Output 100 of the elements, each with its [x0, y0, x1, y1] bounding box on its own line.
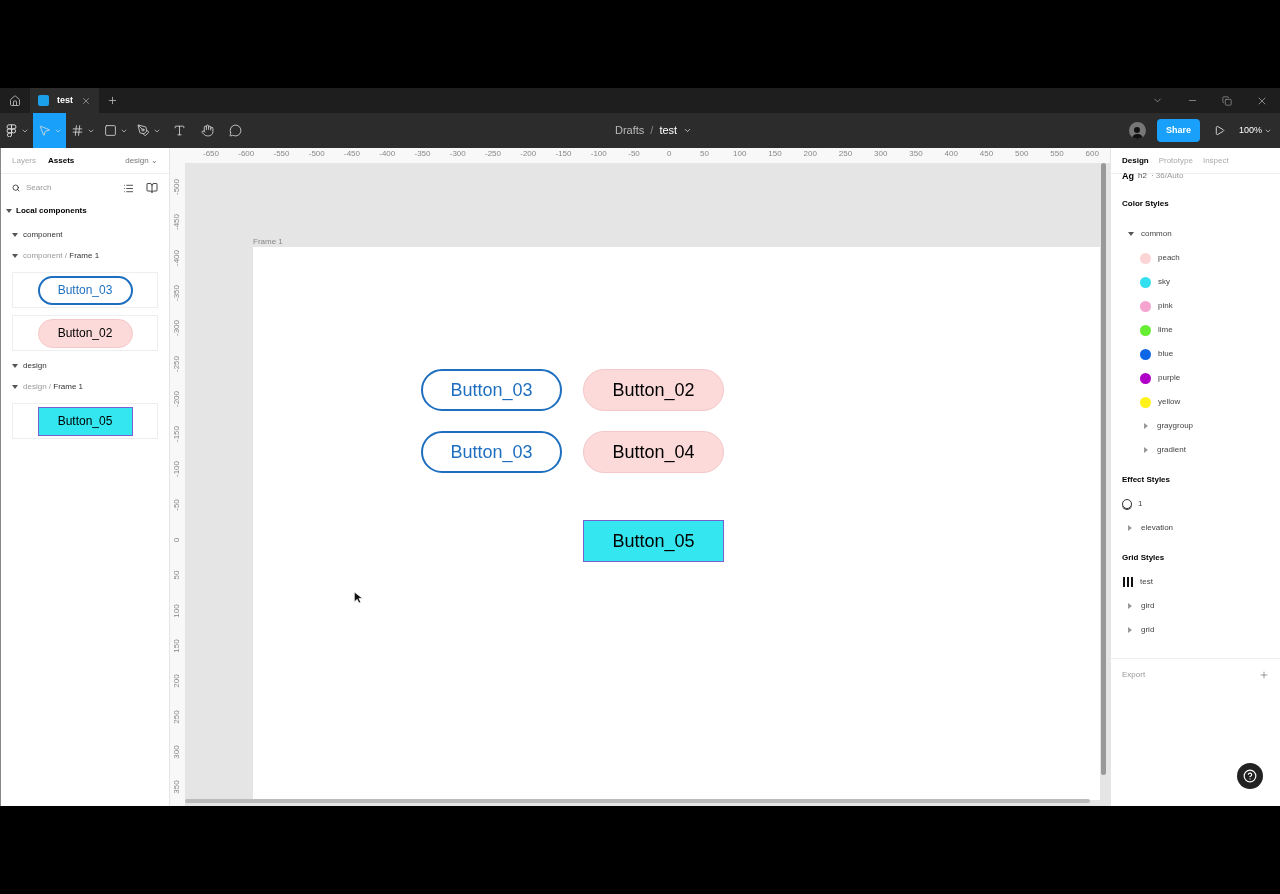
file-name[interactable]: test — [659, 122, 678, 139]
frame-path[interactable]: component / Frame 1 — [23, 250, 100, 262]
group-name[interactable]: design — [23, 359, 47, 372]
color-swatch[interactable] — [1140, 276, 1151, 288]
ruler-label: 300 — [173, 744, 181, 761]
play-icon[interactable] — [1213, 125, 1225, 136]
color-style-name[interactable]: blue — [1158, 348, 1174, 360]
ruler-label: -300 — [449, 150, 466, 158]
library-dropdown[interactable]: design ⌄ — [125, 154, 158, 167]
ruler-label: 150 — [768, 150, 782, 158]
cursor-icon — [353, 591, 363, 604]
caret-down-icon[interactable] — [12, 384, 18, 390]
panel-tab[interactable]: Design — [1122, 154, 1149, 167]
caret-down-icon[interactable] — [6, 208, 12, 214]
style-group[interactable]: graygroup — [1157, 420, 1194, 432]
ruler-label: -50 — [173, 497, 181, 513]
button-instance: Button_02 — [583, 369, 724, 411]
ruler-label: 600 — [1085, 150, 1099, 158]
horizontal-scrollbar[interactable] — [185, 799, 1090, 803]
style-group[interactable]: elevation — [1141, 522, 1174, 534]
caret-right-icon[interactable] — [1127, 627, 1133, 633]
section-title: Effect Styles — [1122, 475, 1171, 484]
color-swatch[interactable] — [1140, 252, 1151, 264]
folder-link[interactable]: Drafts — [615, 122, 645, 139]
help-button[interactable] — [1237, 763, 1263, 789]
color-swatch[interactable] — [1140, 300, 1151, 312]
avatar-icon[interactable] — [1128, 122, 1146, 139]
component-preview: Button_03 — [37, 275, 133, 305]
pen-icon — [136, 124, 150, 137]
new-tab-icon[interactable] — [107, 95, 118, 106]
restore-icon[interactable] — [1222, 95, 1232, 106]
ruler-label: -350 — [173, 283, 181, 303]
button-instance: Button_03 — [421, 431, 562, 473]
frame-icon — [70, 124, 84, 137]
frame-path[interactable]: design / Frame 1 — [23, 381, 84, 393]
color-style-name[interactable]: sky — [1158, 276, 1170, 288]
color-swatch[interactable] — [1140, 324, 1151, 336]
panel-tab[interactable]: Assets — [48, 154, 75, 167]
style-name[interactable]: 1 — [1138, 498, 1143, 510]
ruler-label: -250 — [485, 150, 501, 158]
color-style-name[interactable]: lime — [1158, 324, 1173, 336]
caret-icon[interactable] — [683, 126, 693, 135]
ruler-label: 200 — [173, 673, 181, 690]
vertical-scrollbar[interactable] — [1101, 163, 1106, 775]
ruler-label: -150 — [555, 150, 572, 158]
color-style-name[interactable]: purple — [1158, 372, 1181, 384]
ruler-label: -600 — [238, 150, 255, 158]
close-icon[interactable] — [81, 95, 91, 106]
color-style-name[interactable]: peach — [1158, 252, 1180, 264]
color-swatch[interactable] — [1140, 396, 1151, 408]
ruler-label: 400 — [944, 150, 958, 158]
color-style-name[interactable]: pink — [1158, 300, 1173, 312]
text-style-detail: · 36/Auto — [1150, 172, 1184, 180]
style-group[interactable]: grid — [1141, 624, 1155, 636]
ruler-label: -450 — [344, 150, 360, 158]
caret-right-icon[interactable] — [1127, 603, 1133, 609]
style-group[interactable]: gird — [1141, 600, 1155, 612]
comment-icon — [228, 124, 242, 137]
frame-label: Frame 1 — [253, 236, 283, 248]
ruler-label: 350 — [909, 150, 923, 158]
ruler-label: 250 — [173, 708, 181, 726]
square-icon — [103, 124, 117, 137]
ruler-label: -450 — [173, 213, 181, 233]
caret-down-icon[interactable] — [1128, 231, 1134, 237]
color-swatch[interactable] — [1140, 348, 1151, 360]
component-card[interactable]: Button_02 — [12, 315, 158, 351]
zoom-level[interactable]: 100% — [1238, 123, 1262, 138]
caret-right-icon[interactable] — [1143, 447, 1149, 453]
caret-down-icon[interactable] — [12, 362, 18, 369]
ruler-label: -200 — [173, 389, 181, 409]
component-card[interactable]: Button_05 — [12, 403, 158, 439]
export-label: Export — [1122, 668, 1146, 681]
caret-right-icon[interactable] — [1143, 423, 1149, 429]
caret-down-icon[interactable] — [12, 253, 18, 259]
component-preview: Button_02 — [37, 318, 133, 348]
ruler-label: -350 — [414, 150, 431, 158]
button-instance: Button_03 — [421, 369, 562, 411]
search-field[interactable]: Search — [26, 182, 117, 194]
color-swatch[interactable] — [1140, 372, 1151, 384]
ruler-label: -300 — [173, 319, 181, 339]
ruler-label: 100 — [733, 150, 747, 158]
file-tab[interactable]: test — [30, 88, 99, 113]
ruler-label: 100 — [173, 602, 181, 620]
caret-right-icon[interactable] — [1127, 525, 1133, 531]
component-card[interactable]: Button_03 — [12, 272, 158, 308]
style-group[interactable]: gradient — [1157, 444, 1186, 456]
ruler-label: -200 — [520, 150, 537, 158]
style-name[interactable]: test — [1140, 576, 1153, 588]
style-group[interactable]: common — [1141, 228, 1172, 240]
caret-down-icon[interactable] — [12, 231, 18, 238]
ruler-label: 150 — [173, 638, 181, 655]
book-icon[interactable] — [146, 182, 158, 194]
text-style-sample: Ag — [1122, 171, 1134, 181]
ruler-label: 200 — [803, 150, 817, 158]
color-style-name[interactable]: yellow — [1158, 396, 1181, 408]
home-icon[interactable] — [9, 94, 21, 107]
list-view-icon[interactable] — [123, 182, 134, 194]
columns-icon — [1122, 577, 1134, 587]
file-icon — [38, 95, 49, 106]
group-name[interactable]: component — [23, 228, 63, 241]
